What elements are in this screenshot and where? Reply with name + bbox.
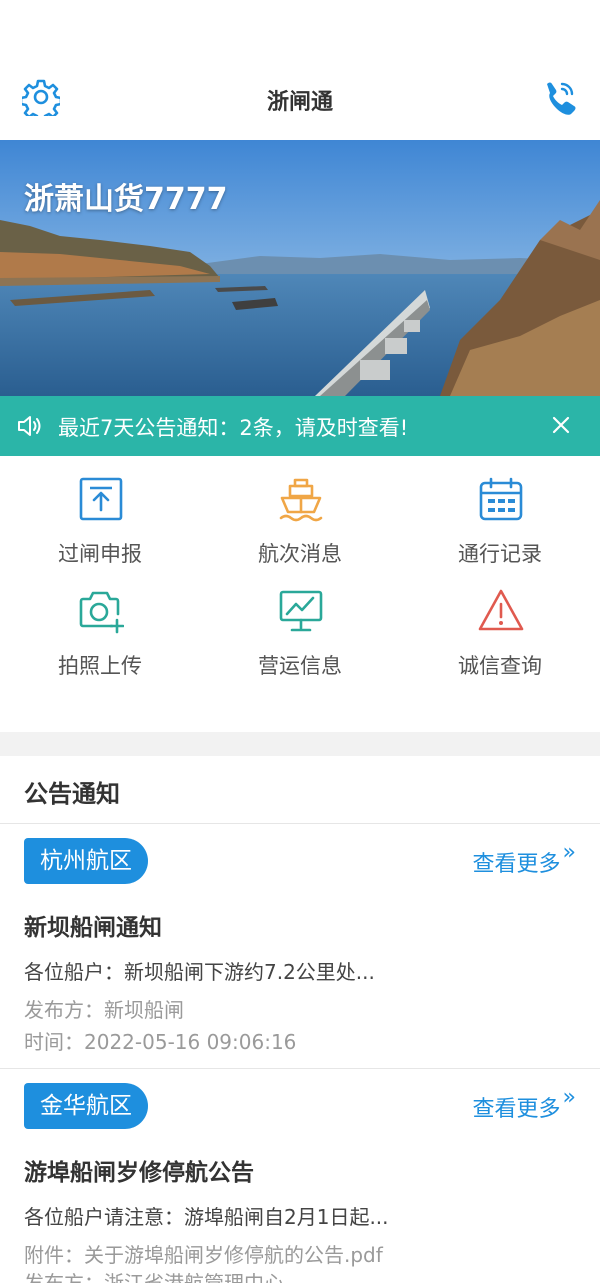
menu-item-credit[interactable]: 诚信查询 xyxy=(400,568,600,680)
announcement-summary: 各位船户请注意：游埠船闸自2月1日起... xyxy=(24,1205,389,1229)
speaker-icon xyxy=(16,413,42,439)
phone-call-icon[interactable] xyxy=(540,78,578,116)
view-more-link[interactable]: 查看更多» xyxy=(472,1085,576,1123)
menu-item-operation[interactable]: 营运信息 xyxy=(200,568,400,680)
announcement-meta: 发布方：浙江省港航管理中心 xyxy=(24,1271,284,1283)
camera-plus-icon xyxy=(78,588,125,634)
close-icon[interactable] xyxy=(550,414,572,436)
announcement-meta: 发布方：新坝船闸 xyxy=(24,998,184,1022)
notice-bar[interactable]: 最近7天公告通知：2条，请及时查看! xyxy=(0,396,600,456)
menu-item-records[interactable]: 通行记录 xyxy=(400,456,600,568)
menu-label: 拍照上传 xyxy=(58,654,142,678)
menu-item-declare[interactable]: 过闸申报 xyxy=(0,456,200,568)
calendar-icon xyxy=(478,476,524,522)
region-tag: 杭州航区 xyxy=(24,838,148,884)
announcement-headline: 新坝船闸通知 xyxy=(24,915,162,941)
double-chevron-right-icon: » xyxy=(562,840,576,865)
notice-text: 最近7天公告通知：2条，请及时查看! xyxy=(58,416,409,440)
menu-label: 航次消息 xyxy=(258,542,342,566)
view-more-link[interactable]: 查看更多» xyxy=(472,840,576,878)
page-title: 浙闸通 xyxy=(266,90,333,115)
upload-document-icon xyxy=(78,476,124,522)
function-grid: 过闸申报 航次消息 通行记录 拍照上传 营运信息 诚信查询 xyxy=(0,456,600,732)
chart-monitor-icon xyxy=(278,588,324,634)
menu-label: 通行记录 xyxy=(458,542,542,566)
section-divider xyxy=(0,732,600,756)
app-header: 浙闸通 xyxy=(0,0,600,140)
ship-name: 浙萧山货7777 xyxy=(24,182,228,217)
double-chevron-right-icon: » xyxy=(562,1085,576,1110)
view-more-label: 查看更多 xyxy=(472,1097,561,1122)
announcement-card[interactable]: 金华航区 查看更多» 游埠船闸岁修停航公告 各位船户请注意：游埠船闸自2月1日起… xyxy=(0,1069,600,1283)
announcement-summary: 各位船户：新坝船闸下游约7.2公里处... xyxy=(24,960,375,984)
announcements-title: 公告通知 xyxy=(24,780,120,808)
view-more-label: 查看更多 xyxy=(472,852,561,877)
ship-icon xyxy=(278,476,324,522)
menu-label: 过闸申报 xyxy=(58,542,142,566)
menu-item-voyage[interactable]: 航次消息 xyxy=(200,456,400,568)
warning-triangle-icon xyxy=(478,588,524,634)
announcement-headline: 游埠船闸岁修停航公告 xyxy=(24,1160,254,1186)
announcement-meta: 附件：关于游埠船闸岁修停航的公告.pdf xyxy=(24,1243,383,1267)
menu-item-photo-upload[interactable]: 拍照上传 xyxy=(0,568,200,680)
region-tag: 金华航区 xyxy=(24,1083,148,1129)
announcement-meta: 时间：2022-05-16 09:06:16 xyxy=(24,1030,297,1054)
hero-banner: 浙萧山货7777 xyxy=(0,140,600,396)
announcement-card[interactable]: 杭州航区 查看更多» 新坝船闸通知 各位船户：新坝船闸下游约7.2公里处... … xyxy=(0,824,600,1068)
menu-label: 诚信查询 xyxy=(458,654,542,678)
menu-label: 营运信息 xyxy=(258,654,342,678)
